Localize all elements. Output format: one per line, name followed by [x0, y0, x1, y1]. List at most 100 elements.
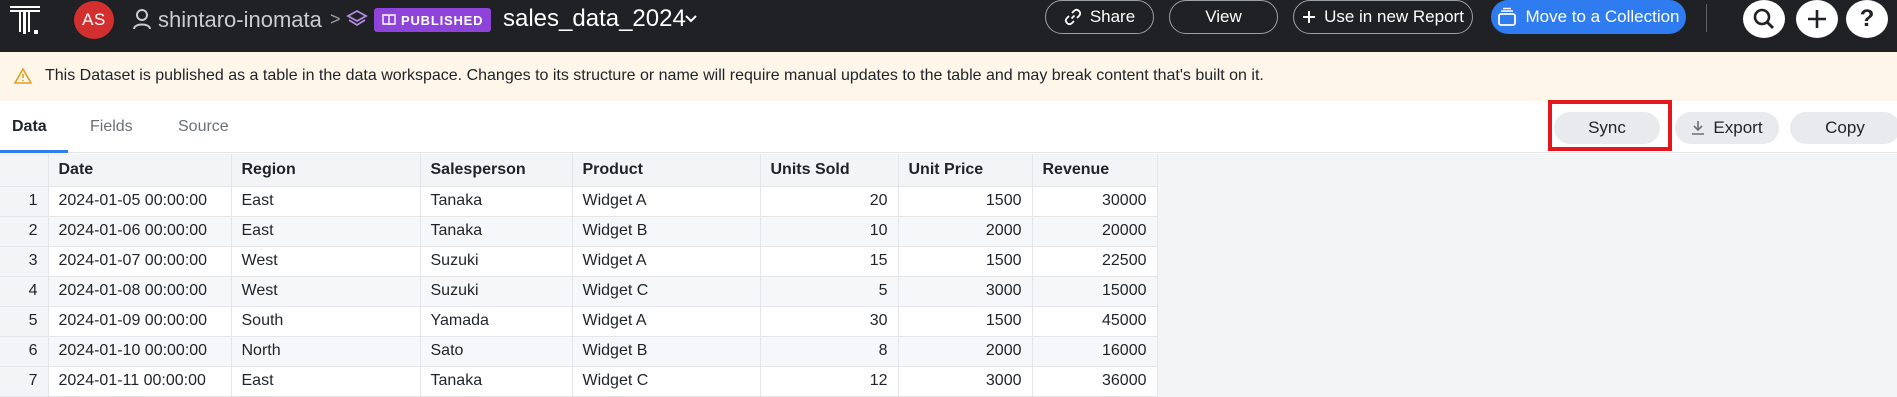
- warning-banner: This Dataset is published as a table in …: [0, 52, 1897, 101]
- column-header-salesperson[interactable]: Salesperson: [420, 154, 573, 187]
- copy-button-label: Copy: [1825, 118, 1865, 137]
- page-title[interactable]: sales_data_2024: [503, 5, 686, 33]
- cell-salesperson[interactable]: Suzuki: [420, 276, 573, 307]
- cell-salesperson[interactable]: Sato: [420, 336, 573, 367]
- cell-revenue[interactable]: 36000: [1032, 366, 1158, 397]
- use-in-new-report-label: Use in new Report: [1324, 7, 1464, 26]
- use-in-new-report-button[interactable]: Use in new Report: [1293, 0, 1473, 34]
- cell-units-sold[interactable]: 10: [760, 216, 899, 247]
- status-badge: PUBLISHED: [374, 8, 492, 32]
- breadcrumb-separator: >: [330, 9, 341, 29]
- cell-unit-price[interactable]: 3000: [898, 276, 1033, 307]
- row-number: 6: [0, 336, 49, 367]
- cell-salesperson[interactable]: Tanaka: [420, 366, 573, 397]
- table-row: 7 2024-01-11 00:00:00 East Tanaka Widget…: [0, 366, 1158, 397]
- help-button[interactable]: ?: [1846, 0, 1888, 38]
- cell-salesperson[interactable]: Yamada: [420, 306, 573, 337]
- chevron-down-icon[interactable]: [683, 10, 699, 26]
- move-to-collection-button[interactable]: Move to a Collection: [1491, 0, 1686, 34]
- cell-units-sold[interactable]: 8: [760, 336, 899, 367]
- collection-icon: [1498, 7, 1517, 26]
- cell-product[interactable]: Widget C: [572, 276, 761, 307]
- cell-date[interactable]: 2024-01-11 00:00:00: [48, 366, 232, 397]
- cell-salesperson[interactable]: Tanaka: [420, 186, 573, 217]
- column-header-unit-price[interactable]: Unit Price: [898, 154, 1033, 187]
- view-button[interactable]: View: [1169, 0, 1278, 34]
- cell-region[interactable]: East: [231, 216, 421, 247]
- add-icon: [1808, 10, 1826, 28]
- cell-product[interactable]: Widget C: [572, 366, 761, 397]
- book-icon: [382, 14, 396, 26]
- cell-unit-price[interactable]: 2000: [898, 216, 1033, 247]
- cell-date[interactable]: 2024-01-06 00:00:00: [48, 216, 232, 247]
- column-header-date[interactable]: Date: [48, 154, 232, 187]
- cell-revenue[interactable]: 16000: [1032, 336, 1158, 367]
- data-grid-area: Date Region Salesperson Product Units So…: [0, 154, 1897, 397]
- cell-unit-price[interactable]: 2000: [898, 336, 1033, 367]
- cell-salesperson[interactable]: Tanaka: [420, 216, 573, 247]
- cell-date[interactable]: 2024-01-07 00:00:00: [48, 246, 232, 277]
- cell-product[interactable]: Widget A: [572, 246, 761, 277]
- column-header-units-sold[interactable]: Units Sold: [760, 154, 899, 187]
- cell-revenue[interactable]: 15000: [1032, 276, 1158, 307]
- table-row: 2 2024-01-06 00:00:00 East Tanaka Widget…: [0, 216, 1158, 247]
- cell-region[interactable]: West: [231, 276, 421, 307]
- add-button[interactable]: [1796, 0, 1838, 38]
- tab-source[interactable]: Source: [178, 118, 229, 136]
- cell-date[interactable]: 2024-01-08 00:00:00: [48, 276, 232, 307]
- export-button[interactable]: Export: [1675, 112, 1779, 144]
- tab-fields[interactable]: Fields: [90, 118, 133, 136]
- cell-region[interactable]: West: [231, 246, 421, 277]
- copy-button[interactable]: Copy: [1790, 112, 1897, 144]
- cell-region[interactable]: North: [231, 336, 421, 367]
- table-row: 6 2024-01-10 00:00:00 North Sato Widget …: [0, 336, 1158, 367]
- app-logo[interactable]: [8, 2, 44, 38]
- cell-unit-price[interactable]: 1500: [898, 306, 1033, 337]
- cell-region[interactable]: East: [231, 366, 421, 397]
- cell-product[interactable]: Widget B: [572, 216, 761, 247]
- table-row: 5 2024-01-09 00:00:00 South Yamada Widge…: [0, 306, 1158, 337]
- table-row: 1 2024-01-05 00:00:00 East Tanaka Widget…: [0, 186, 1158, 217]
- row-number: 7: [0, 366, 49, 397]
- sync-button-label: Sync: [1588, 118, 1626, 137]
- cell-units-sold[interactable]: 20: [760, 186, 899, 217]
- cell-units-sold[interactable]: 12: [760, 366, 899, 397]
- column-header-product[interactable]: Product: [572, 154, 761, 187]
- cell-date[interactable]: 2024-01-10 00:00:00: [48, 336, 232, 367]
- cell-units-sold[interactable]: 5: [760, 276, 899, 307]
- row-number: 3: [0, 246, 49, 277]
- cell-unit-price[interactable]: 1500: [898, 186, 1033, 217]
- cell-date[interactable]: 2024-01-05 00:00:00: [48, 186, 232, 217]
- column-header-revenue[interactable]: Revenue: [1032, 154, 1158, 187]
- column-header-region[interactable]: Region: [231, 154, 421, 187]
- view-button-label: View: [1205, 7, 1242, 26]
- breadcrumb-username[interactable]: shintaro-inomata: [158, 7, 322, 33]
- cell-region[interactable]: East: [231, 186, 421, 217]
- status-badge-label: PUBLISHED: [401, 12, 484, 28]
- cell-revenue[interactable]: 20000: [1032, 216, 1158, 247]
- tab-data[interactable]: Data: [12, 118, 47, 136]
- avatar[interactable]: AS: [74, 1, 114, 39]
- cell-units-sold[interactable]: 30: [760, 306, 899, 337]
- toolbar-divider: [1706, 4, 1707, 32]
- cell-unit-price[interactable]: 3000: [898, 366, 1033, 397]
- cell-unit-price[interactable]: 1500: [898, 246, 1033, 277]
- sync-button[interactable]: Sync: [1554, 112, 1660, 144]
- plus-icon: [1303, 11, 1316, 23]
- cell-units-sold[interactable]: 15: [760, 246, 899, 277]
- share-button[interactable]: Share: [1045, 0, 1154, 34]
- cell-product[interactable]: Widget A: [572, 186, 761, 217]
- cell-region[interactable]: South: [231, 306, 421, 337]
- cell-date[interactable]: 2024-01-09 00:00:00: [48, 306, 232, 337]
- cell-revenue[interactable]: 45000: [1032, 306, 1158, 337]
- cell-product[interactable]: Widget B: [572, 336, 761, 367]
- top-bar: AS shintaro-inomata > PUBLISHED sales_da…: [0, 0, 1897, 52]
- cell-revenue[interactable]: 30000: [1032, 186, 1158, 217]
- warning-banner-text: This Dataset is published as a table in …: [45, 67, 1264, 84]
- cell-salesperson[interactable]: Suzuki: [420, 246, 573, 277]
- download-icon: [1692, 121, 1705, 135]
- cell-revenue[interactable]: 22500: [1032, 246, 1158, 277]
- row-number-header: [0, 154, 49, 187]
- cell-product[interactable]: Widget A: [572, 306, 761, 337]
- search-button[interactable]: [1743, 0, 1785, 38]
